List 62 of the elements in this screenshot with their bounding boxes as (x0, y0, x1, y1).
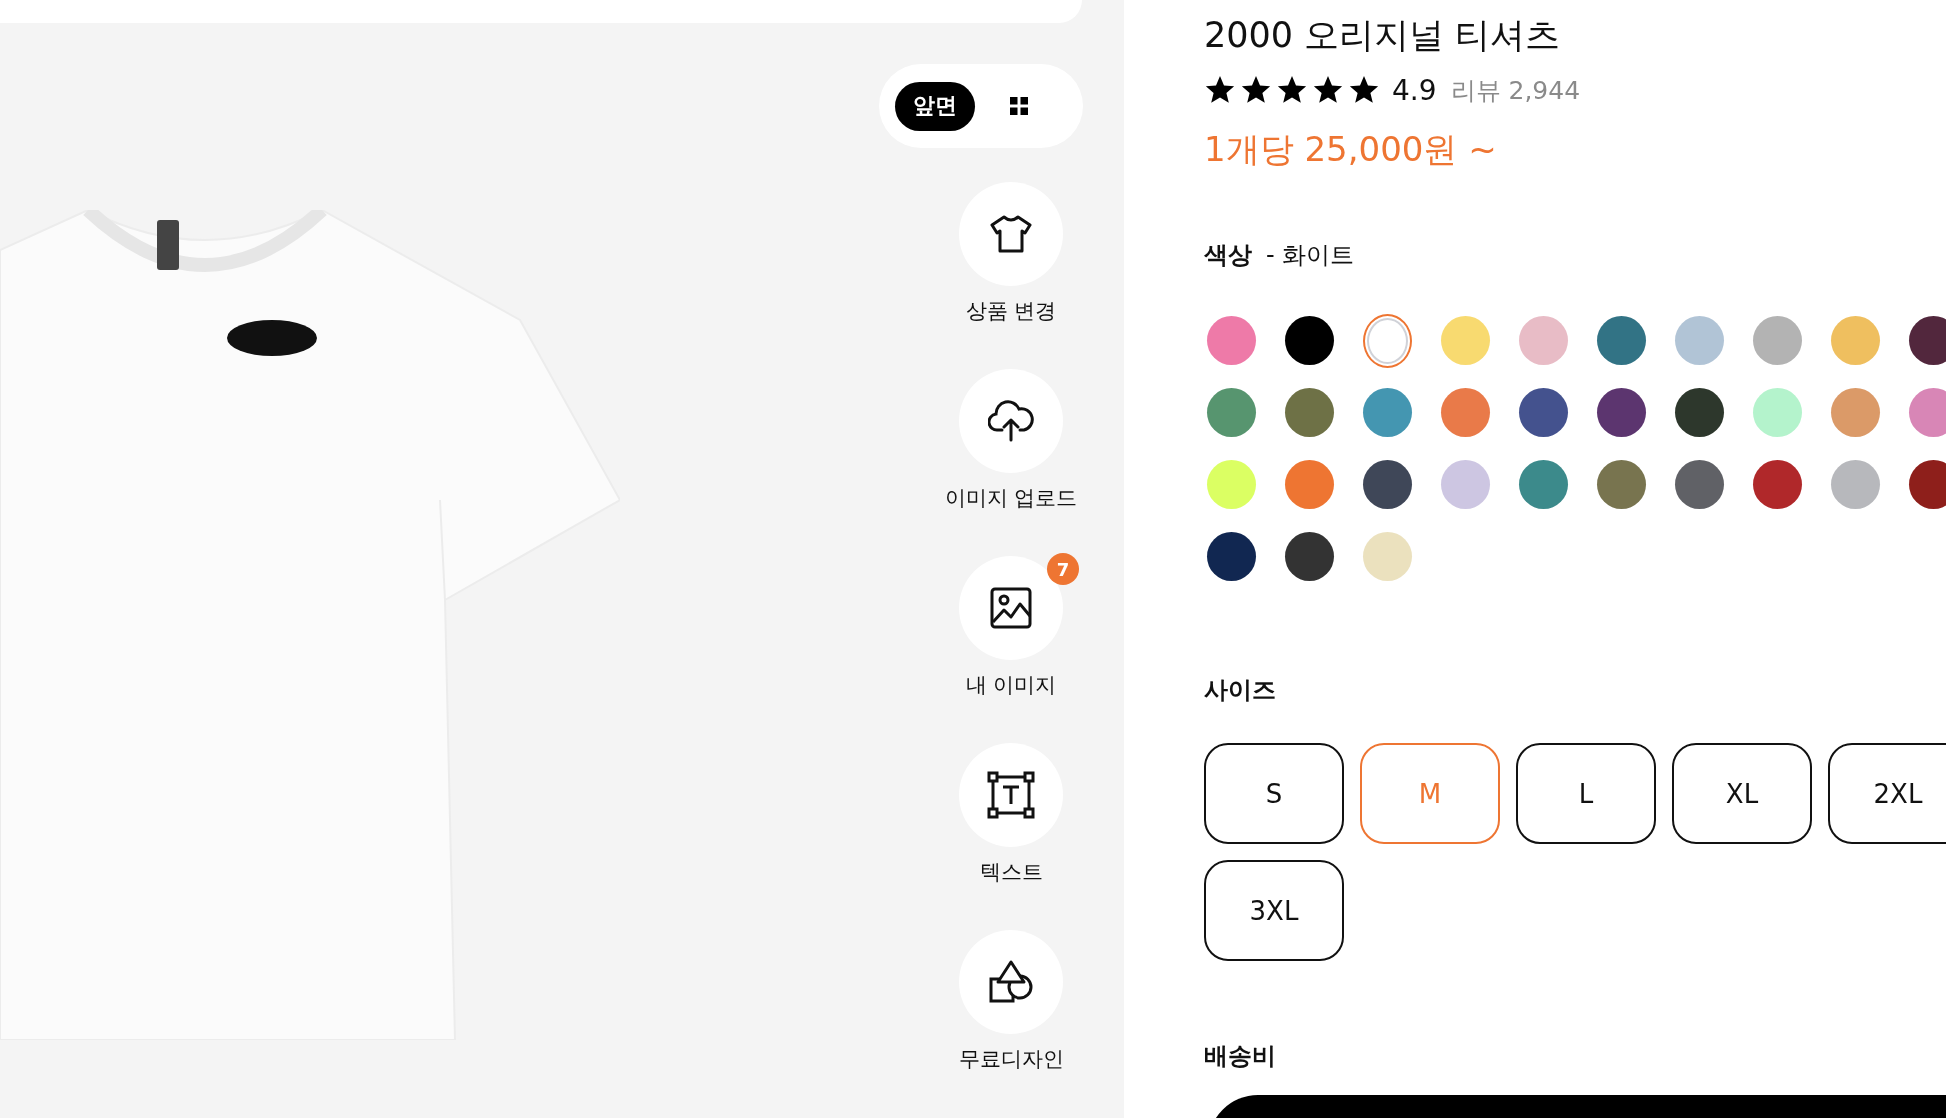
color-swatch[interactable] (1909, 316, 1946, 365)
front-view-tab[interactable]: 앞면 (895, 81, 975, 131)
color-swatch[interactable] (1519, 460, 1568, 509)
tool-label: 내 이미지 (965, 672, 1057, 698)
color-swatch[interactable] (1285, 460, 1334, 509)
size-option[interactable]: XL (1672, 743, 1812, 844)
star-icon (1204, 74, 1236, 106)
count-badge: 7 (1047, 553, 1079, 585)
color-swatch[interactable] (1675, 388, 1724, 437)
color-swatch[interactable] (1831, 316, 1880, 365)
color-swatch[interactable] (1285, 316, 1334, 365)
grid-icon (1010, 97, 1028, 115)
rating-score: 4.9 (1392, 73, 1437, 107)
star-icon (1312, 74, 1344, 106)
color-swatch[interactable] (1285, 388, 1334, 437)
color-swatch[interactable] (1207, 532, 1256, 581)
tool-label: 무료디자인 (958, 1046, 1064, 1072)
tool-label: 이미지 업로드 (944, 485, 1078, 511)
color-swatch[interactable] (1363, 388, 1412, 437)
color-swatch[interactable] (1519, 316, 1568, 365)
product-title: 2000 오리지널 티셔츠 (1204, 14, 1562, 57)
color-swatch[interactable] (1675, 460, 1724, 509)
color-swatch[interactable] (1753, 388, 1802, 437)
color-swatch[interactable] (1207, 388, 1256, 437)
color-swatch[interactable] (1909, 460, 1946, 509)
tool-label: 텍스트 (979, 859, 1043, 885)
color-label: 색상 (1204, 240, 1252, 270)
color-swatch[interactable] (1597, 460, 1646, 509)
shipping-label: 배송비 (1204, 1041, 1276, 1071)
color-swatch[interactable] (1753, 460, 1802, 509)
color-swatch[interactable] (1207, 460, 1256, 509)
shapes-icon (988, 959, 1034, 1005)
size-option[interactable]: 3XL (1204, 860, 1344, 961)
color-swatch[interactable] (1597, 388, 1646, 437)
size-option[interactable]: L (1516, 743, 1656, 844)
size-label: 사이즈 (1204, 675, 1276, 705)
color-swatch[interactable] (1207, 316, 1256, 365)
color-swatch[interactable] (1363, 460, 1412, 509)
color-swatch[interactable] (1597, 316, 1646, 365)
color-swatch[interactable] (1441, 388, 1490, 437)
color-swatch[interactable] (1909, 388, 1946, 437)
selected-color-name: - 화이트 (1266, 240, 1355, 270)
cloud-upload-icon (988, 400, 1034, 442)
color-swatch[interactable] (1753, 316, 1802, 365)
color-swatch[interactable] (1831, 460, 1880, 509)
text-box-icon (987, 771, 1035, 819)
star-icon (1348, 74, 1380, 106)
star-icon (1240, 74, 1272, 106)
size-option[interactable]: S (1204, 743, 1344, 844)
color-swatch[interactable] (1675, 316, 1724, 365)
color-swatch[interactable] (1363, 532, 1412, 581)
color-swatch[interactable] (1363, 313, 1412, 368)
color-swatch[interactable] (1441, 316, 1490, 365)
color-swatch[interactable] (1519, 388, 1568, 437)
color-swatch[interactable] (1831, 388, 1880, 437)
color-swatch[interactable] (1441, 460, 1490, 509)
size-option[interactable]: 2XL (1828, 743, 1946, 844)
tool-label: 상품 변경 (965, 298, 1057, 324)
color-swatch[interactable] (1285, 532, 1334, 581)
star-icon (1276, 74, 1308, 106)
price-text: 1개당 25,000원 ~ (1204, 128, 1498, 171)
image-icon (989, 586, 1033, 630)
